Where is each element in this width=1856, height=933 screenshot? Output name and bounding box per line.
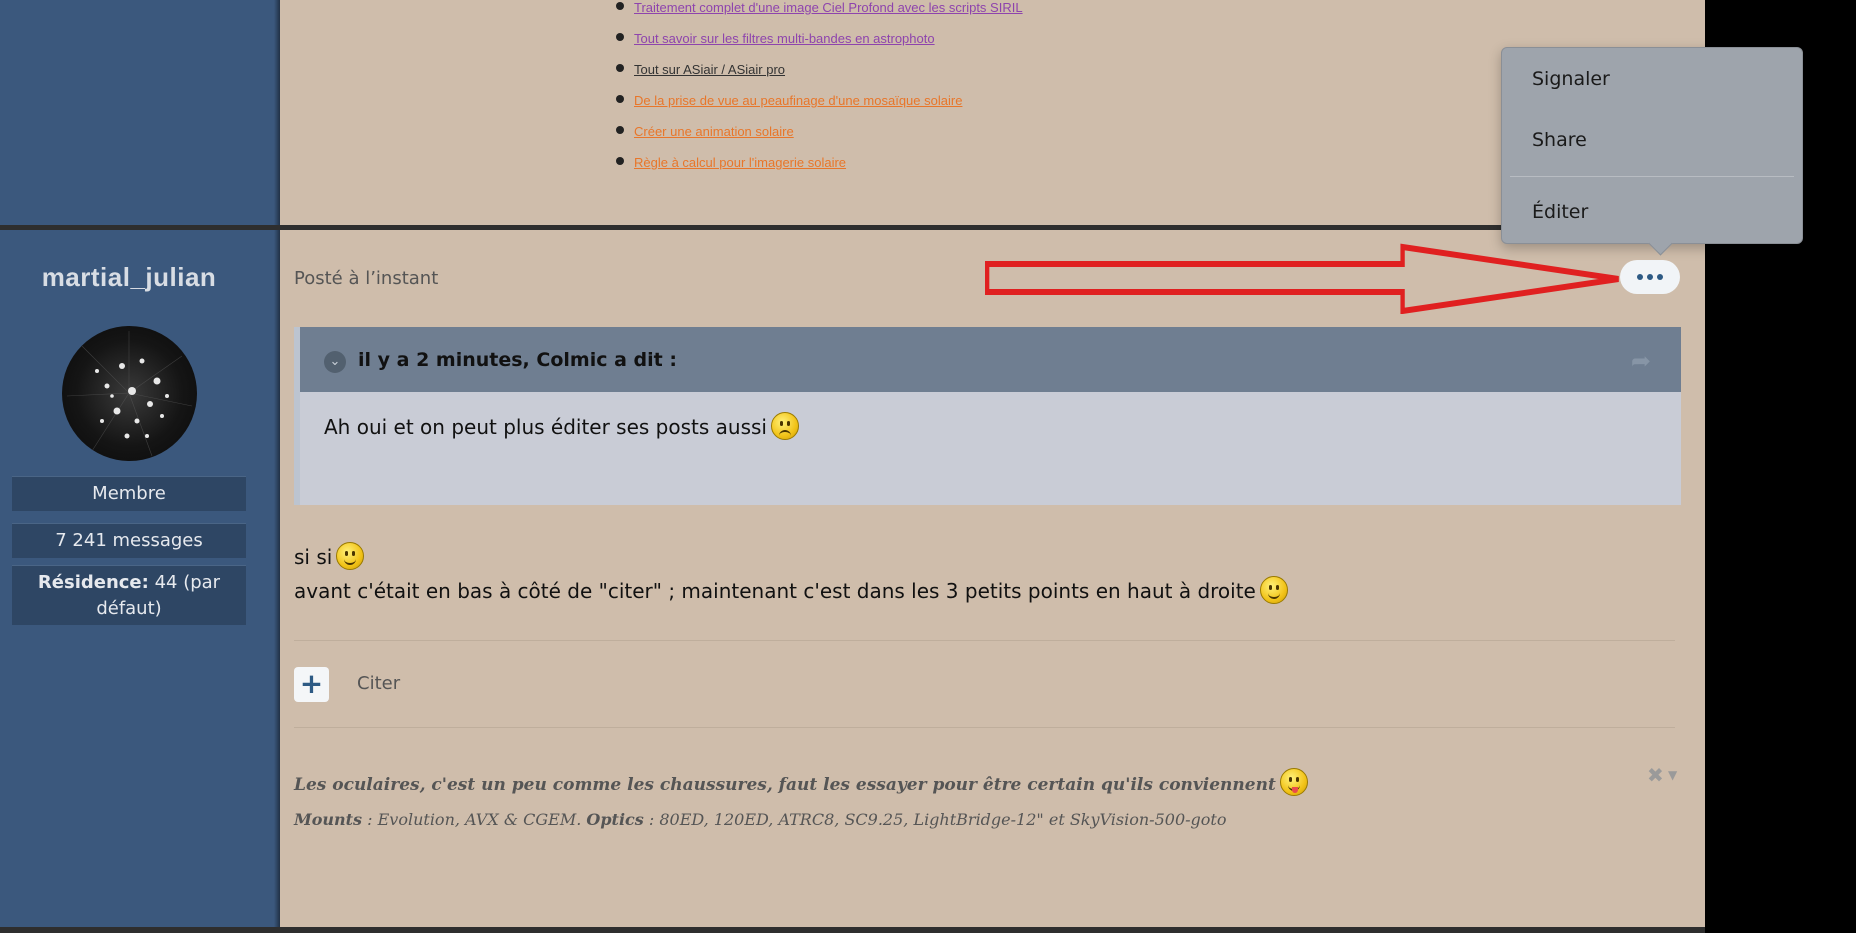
dot-icon xyxy=(1657,274,1663,280)
cite-button[interactable]: Citer xyxy=(357,673,400,694)
quote-header: ⌄ il y a 2 minutes, Colmic a dit : ➦ xyxy=(300,327,1681,392)
list-item: Tout savoir sur les filtres multi-bandes… xyxy=(610,31,1023,62)
author-message-count[interactable]: 7 241 messages xyxy=(12,523,246,558)
related-link[interactable]: Tout sur ASiair / ASiair pro xyxy=(634,62,785,77)
optics-value: : 80ED, 120ED, ATRC8, SC9.25, LightBridg… xyxy=(643,810,1227,829)
close-icon[interactable]: ✖ xyxy=(1647,763,1664,787)
smile-emoji-icon xyxy=(336,542,365,570)
author-role-badge: Membre xyxy=(12,476,246,511)
menu-item-edit[interactable]: Éditer xyxy=(1532,201,1588,223)
list-item: Règle à calcul pour l'imagerie solaire xyxy=(610,155,1023,186)
author-name[interactable]: martial_julian xyxy=(0,262,258,293)
avatar[interactable] xyxy=(62,326,197,461)
author-residence: Résidence: 44 (par défaut) xyxy=(12,565,246,625)
dot-icon xyxy=(1647,274,1653,280)
dot-icon xyxy=(1637,274,1643,280)
related-link[interactable]: Tout savoir sur les filtres multi-bandes… xyxy=(634,31,935,46)
post-line: avant c'était en bas à côté de "citer" ;… xyxy=(294,576,1288,604)
list-item: Créer une animation solaire xyxy=(610,124,1023,155)
post-separator xyxy=(294,640,1675,641)
post-options-menu: Signaler Share Éditer xyxy=(1501,47,1803,244)
signature-quote-text: Les oculaires, c'est un peu comme les ch… xyxy=(294,775,1276,795)
previous-post-content: Traitement complet d'une image Ciel Prof… xyxy=(280,0,1705,225)
related-link[interactable]: Créer une animation solaire xyxy=(634,124,794,139)
tongue-emoji-icon xyxy=(1279,768,1308,796)
optics-label: Optics xyxy=(586,810,644,829)
menu-item-share[interactable]: Share xyxy=(1532,129,1587,151)
more-options-button[interactable] xyxy=(1620,260,1680,294)
post-line-text: si si xyxy=(294,545,333,569)
related-link[interactable]: Règle à calcul pour l'imagerie solaire xyxy=(634,155,846,170)
signature-quote: Les oculaires, c'est un peu comme les ch… xyxy=(294,768,1308,796)
multiquote-plus-button[interactable]: + xyxy=(294,667,329,702)
annotation-arrow-icon xyxy=(985,243,1619,314)
residence-label: Résidence: xyxy=(37,572,149,593)
bottom-divider xyxy=(0,927,1705,933)
avatar-image xyxy=(66,331,193,457)
mounts-label: Mounts xyxy=(294,810,363,829)
chevron-down-icon[interactable]: ⌄ xyxy=(324,351,346,373)
list-item: Tout sur ASiair / ASiair pro xyxy=(610,62,1023,93)
menu-separator xyxy=(1510,176,1794,177)
signature-separator xyxy=(294,727,1675,728)
post-line-text: avant c'était en bas à côté de "citer" ;… xyxy=(294,579,1256,603)
quote-body: Ah oui et on peut plus éditer ses posts … xyxy=(300,392,1681,505)
author-sidebar: martial_julian Membre 7 241 messages Rés… xyxy=(0,230,280,927)
quote-text: Ah oui et on peut plus éditer ses posts … xyxy=(324,412,799,440)
menu-item-report[interactable]: Signaler xyxy=(1532,68,1610,90)
sad-emoji-icon xyxy=(770,412,799,440)
post-content: Posté à l’instant ⌄ il y a 2 minutes, Co… xyxy=(280,230,1705,927)
quote-block: ⌄ il y a 2 minutes, Colmic a dit : ➦ Ah … xyxy=(294,327,1681,505)
list-item: Traitement complet d'une image Ciel Prof… xyxy=(610,0,1023,31)
related-link[interactable]: De la prise de vue au peaufinage d'une m… xyxy=(634,93,962,108)
post-timestamp[interactable]: Posté à l’instant xyxy=(294,268,438,289)
post-line: si si xyxy=(294,542,365,570)
related-links-list: Traitement complet d'une image Ciel Prof… xyxy=(610,0,1023,186)
list-item: De la prise de vue au peaufinage d'une m… xyxy=(610,93,1023,124)
quote-citation[interactable]: il y a 2 minutes, Colmic a dit : xyxy=(358,349,677,371)
author-sidebar-previous xyxy=(0,0,280,225)
related-link[interactable]: Traitement complet d'une image Ciel Prof… xyxy=(634,0,1023,15)
signature-equipment: Mounts : Evolution, AVX & CGEM. Optics :… xyxy=(294,810,1226,829)
share-arrow-icon[interactable]: ➦ xyxy=(1631,347,1651,375)
smile-emoji-icon xyxy=(1259,576,1288,604)
mounts-value: : Evolution, AVX & CGEM. xyxy=(362,810,587,829)
chevron-down-icon[interactable]: ▼ xyxy=(1668,768,1677,782)
quote-text-content: Ah oui et on peut plus éditer ses posts … xyxy=(324,415,767,439)
